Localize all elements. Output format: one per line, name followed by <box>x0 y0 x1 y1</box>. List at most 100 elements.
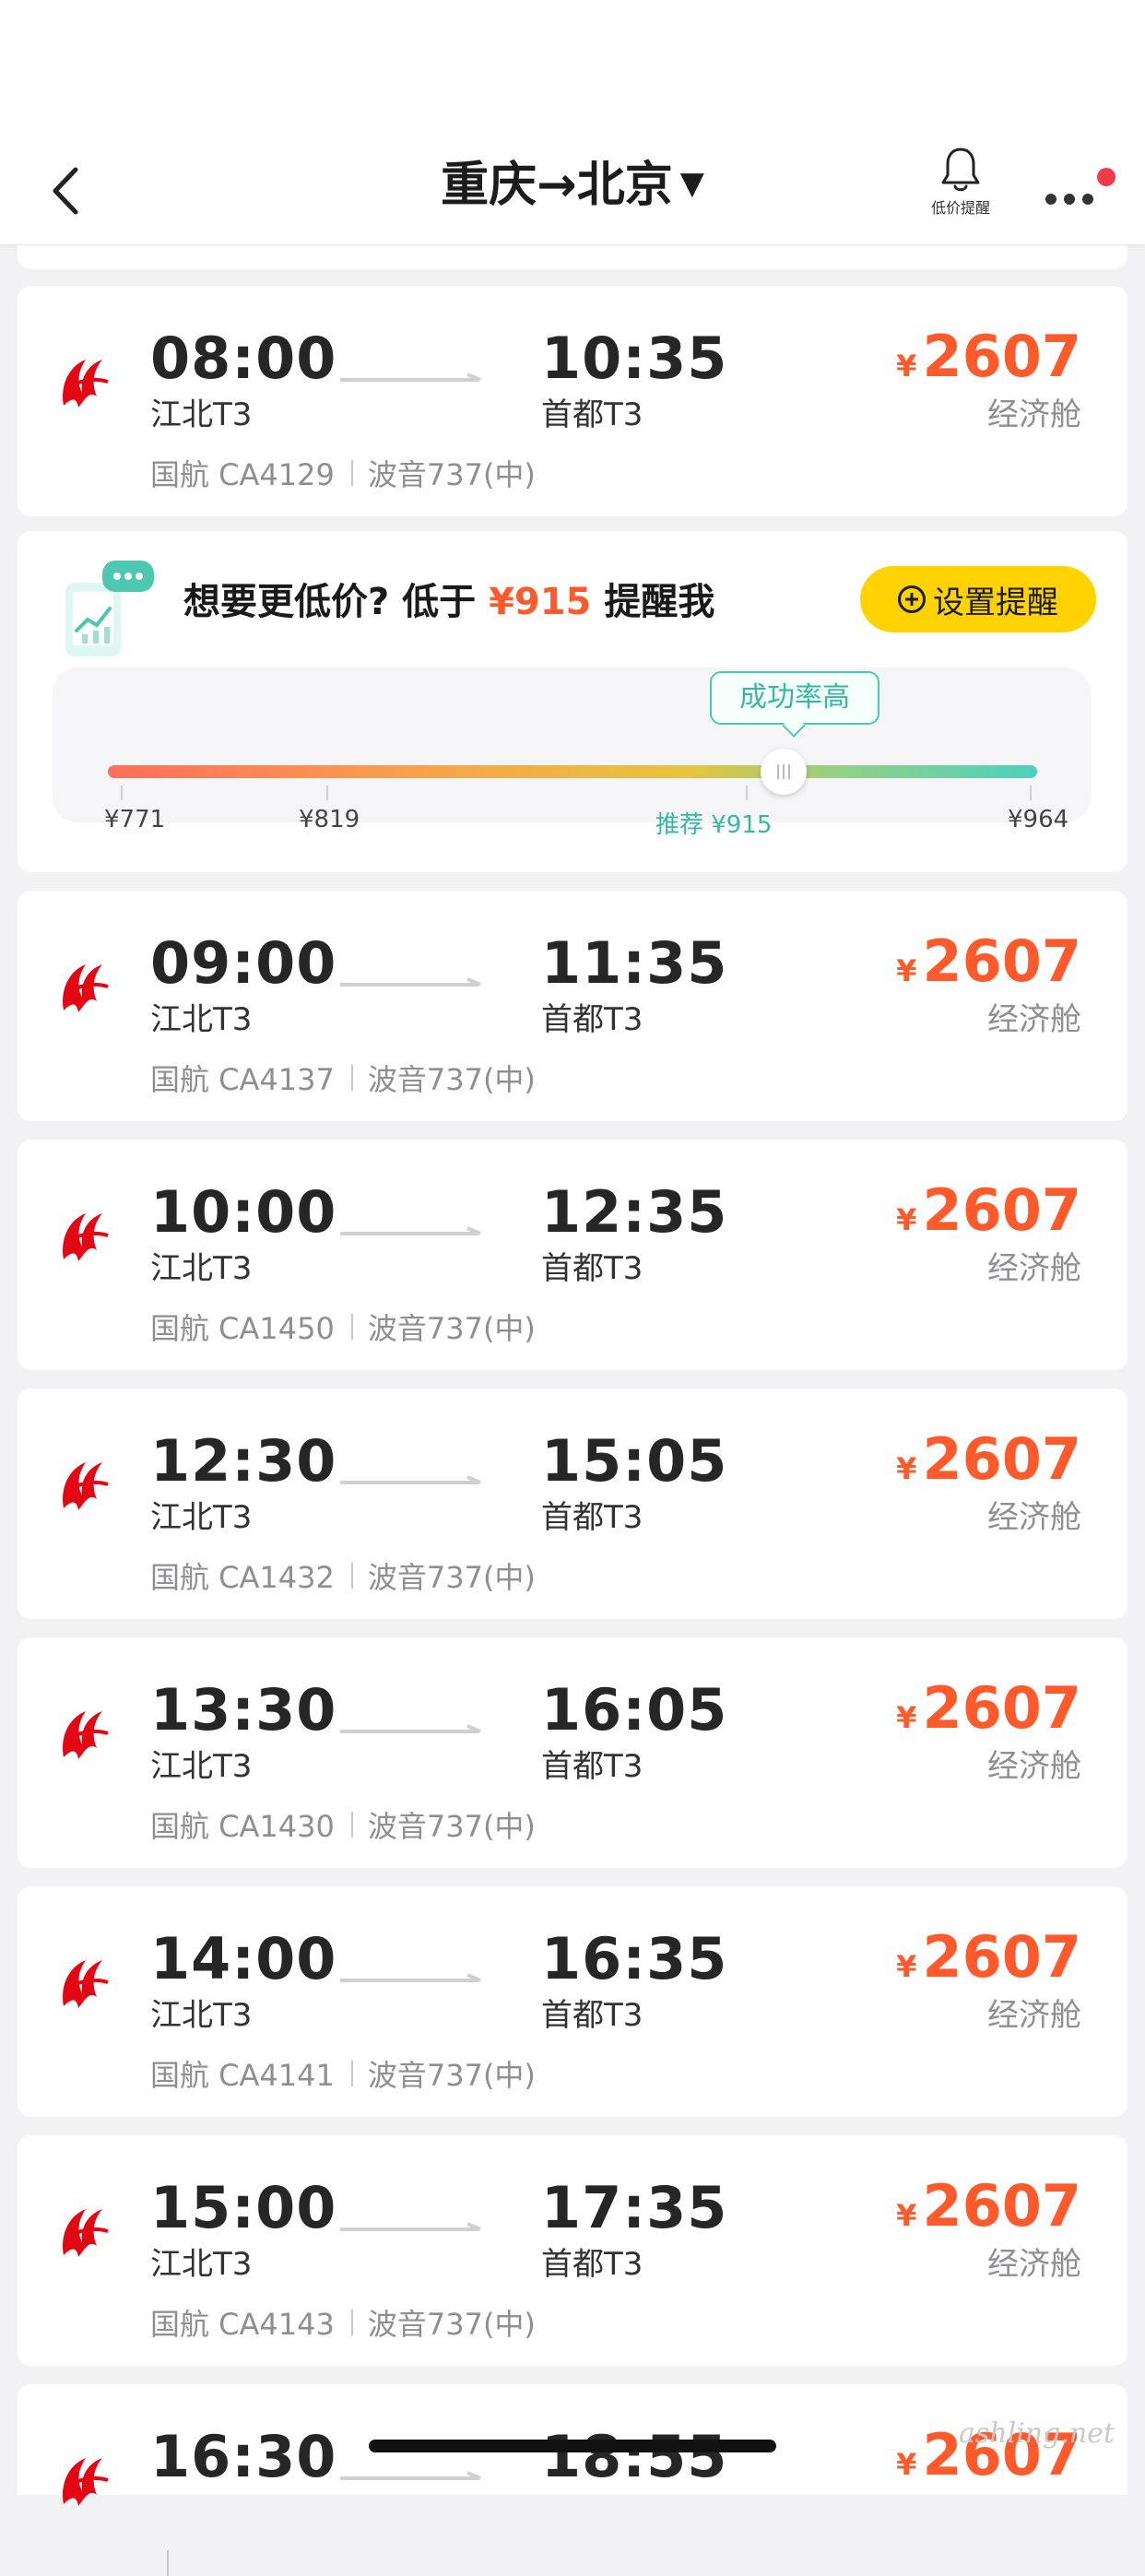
aircraft-type: 波音737(中) <box>367 1560 536 1595</box>
price-amount: 2607 <box>922 2172 1081 2239</box>
arrival-time: 10:35 <box>541 325 728 392</box>
price-tick-label: ¥771 <box>104 806 166 833</box>
fare-price: ¥2607 <box>896 1923 1081 1991</box>
cabin-class: 经济舱 <box>987 2246 1081 2283</box>
alert-threshold-price: ¥915 <box>489 581 592 623</box>
price-tick-label: ¥964 <box>1008 806 1069 833</box>
price-alert-button[interactable]: 低价提醒 <box>924 146 997 229</box>
aircraft-type: 波音737(中) <box>367 1062 536 1097</box>
price-amount: 2607 <box>922 1176 1081 1244</box>
currency-symbol: ¥ <box>896 1949 917 1984</box>
flight-info: 国航 CA4129 波音737(中) <box>150 452 536 494</box>
notification-dot <box>1097 168 1115 186</box>
cabin-class: 经济舱 <box>987 1499 1081 1536</box>
arrival-airport: 首都T3 <box>541 1748 643 1785</box>
flight-card[interactable]: 14:00 江北T3 16:35 首都T3 国航 CA4141 波音737(中) ¥2607… <box>18 1886 1127 2117</box>
departure-time: 10:00 <box>150 1178 337 1246</box>
aircraft-type: 波音737(中) <box>367 457 536 492</box>
route-title-dropdown[interactable]: 重庆→北京 ▼ <box>441 146 704 215</box>
bell-icon <box>941 148 980 192</box>
air-china-logo-icon <box>54 2449 113 2513</box>
flight-card[interactable]: 09:00 江北T3 11:35 首都T3 国航 CA4137 波音737(中) ¥2607… <box>18 891 1127 1121</box>
air-china-logo-icon <box>54 2200 113 2264</box>
price-slider-track[interactable] <box>108 765 1037 778</box>
arrival-time: 16:35 <box>541 1925 728 1992</box>
currency-symbol: ¥ <box>896 2447 917 2482</box>
route-arrow-icon <box>340 2220 486 2237</box>
arrival-time: 12:35 <box>541 1178 728 1246</box>
flight-info: 国航 CA1430 波音737(中) <box>150 1803 536 1846</box>
fare-price: ¥2607 <box>896 323 1081 390</box>
departure-time: 13:30 <box>150 1676 337 1743</box>
arrival-time: 18:55 <box>541 2423 728 2490</box>
flight-info: 国航 CA1450 波音737(中) <box>150 1306 536 1348</box>
cabin-class: 经济舱 <box>987 1001 1081 1038</box>
departure-airport: 江北T3 <box>150 1001 253 1038</box>
flight-info: 国航 CA4137 波音737(中) <box>150 1057 536 1099</box>
route-arrow-icon <box>340 1971 486 1988</box>
more-button[interactable] <box>1040 166 1115 212</box>
flight-number: 国航 CA1450 <box>150 1311 335 1346</box>
arrival-airport: 首都T3 <box>541 1250 643 1287</box>
air-china-logo-icon <box>54 1702 113 1767</box>
aircraft-type: 波音737(中) <box>367 1809 536 1844</box>
set-alert-button[interactable]: 设置提醒 <box>860 566 1096 632</box>
arrival-airport: 首都T3 <box>541 396 643 433</box>
price-slider-panel <box>53 668 1091 822</box>
aircraft-type: 波音737(中) <box>367 2307 536 2342</box>
route-arrow-icon <box>340 975 486 992</box>
slider-tick <box>746 786 748 800</box>
flight-card[interactable]: 13:30 江北T3 16:05 首都T3 国航 CA1430 波音737(中) ¥2607… <box>18 1637 1127 1868</box>
flight-number: 国航 CA4129 <box>150 457 335 492</box>
arrival-time: 15:05 <box>541 1427 728 1495</box>
flight-card[interactable]: 15:00 江北T3 17:35 首都T3 国航 CA4143 波音737(中) ¥2607… <box>18 2135 1127 2366</box>
arrival-airport: 首都T3 <box>541 1997 643 2034</box>
route-arrow-icon <box>340 371 486 387</box>
plus-circle-icon <box>898 585 926 613</box>
departure-airport: 江北T3 <box>150 2246 253 2283</box>
route-arrow-icon <box>340 1224 486 1241</box>
fare-price: ¥2607 <box>896 1674 1081 1742</box>
fare-price: ¥2607 <box>896 1176 1081 1244</box>
price-slider-handle[interactable] <box>761 749 807 795</box>
departure-airport: 江北T3 <box>150 1997 253 2034</box>
alert-prompt: 想要更低价? 低于 ¥915 提醒我 <box>183 581 715 623</box>
price-chart-illustration-icon <box>65 561 154 656</box>
price-amount: 2607 <box>922 1674 1081 1742</box>
currency-symbol: ¥ <box>896 2198 917 2233</box>
currency-symbol: ¥ <box>896 953 917 988</box>
cabin-class: 经济舱 <box>987 1997 1081 2034</box>
flight-number: 国航 CA4137 <box>150 1062 335 1097</box>
air-china-logo-icon <box>54 1453 113 1518</box>
arrival-airport: 首都T3 <box>541 2246 643 2283</box>
departure-time: 08:00 <box>150 325 337 392</box>
home-indicator <box>369 2440 776 2452</box>
currency-symbol: ¥ <box>896 1451 917 1486</box>
flight-card[interactable]: 08:00 江北T3 10:35 首都T3 国航 CA4129 波音737(中) ¥2607… <box>18 286 1127 516</box>
flight-info: 国航 CA4143 波音737(中) <box>150 2301 536 2344</box>
recommended-price-label: 推荐 ¥915 <box>655 811 773 839</box>
cabin-class: 经济舱 <box>987 1748 1081 1785</box>
departure-time: 12:30 <box>150 1427 337 1495</box>
flight-info <box>150 2550 183 2576</box>
flight-info: 国航 CA1432 波音737(中) <box>150 1554 536 1597</box>
previous-card-edge <box>18 245 1127 269</box>
flight-card[interactable]: 10:00 江北T3 12:35 首都T3 国航 CA1450 波音737(中) ¥2607… <box>18 1140 1127 1370</box>
air-china-logo-icon <box>54 955 113 1020</box>
slider-tick <box>1030 786 1032 800</box>
price-amount: 2607 <box>922 323 1081 390</box>
flight-number: 国航 CA1432 <box>150 1560 335 1595</box>
flight-number: 国航 CA1430 <box>150 1809 335 1844</box>
price-amount: 2607 <box>922 928 1081 995</box>
watermark: ashling.net <box>959 2417 1115 2450</box>
air-china-logo-icon <box>54 1951 113 2015</box>
departure-time: 15:00 <box>150 2174 337 2241</box>
status-bar <box>0 0 1145 138</box>
slider-tick <box>121 786 123 800</box>
slider-tick <box>326 786 328 800</box>
departure-time: 16:30 <box>150 2423 337 2490</box>
price-tick-label: ¥819 <box>299 806 360 833</box>
departure-airport: 江北T3 <box>150 396 253 433</box>
ellipsis-icon <box>1045 194 1056 205</box>
flight-card[interactable]: 12:30 江北T3 15:05 首都T3 国航 CA1432 波音737(中) ¥2607… <box>18 1388 1127 1619</box>
